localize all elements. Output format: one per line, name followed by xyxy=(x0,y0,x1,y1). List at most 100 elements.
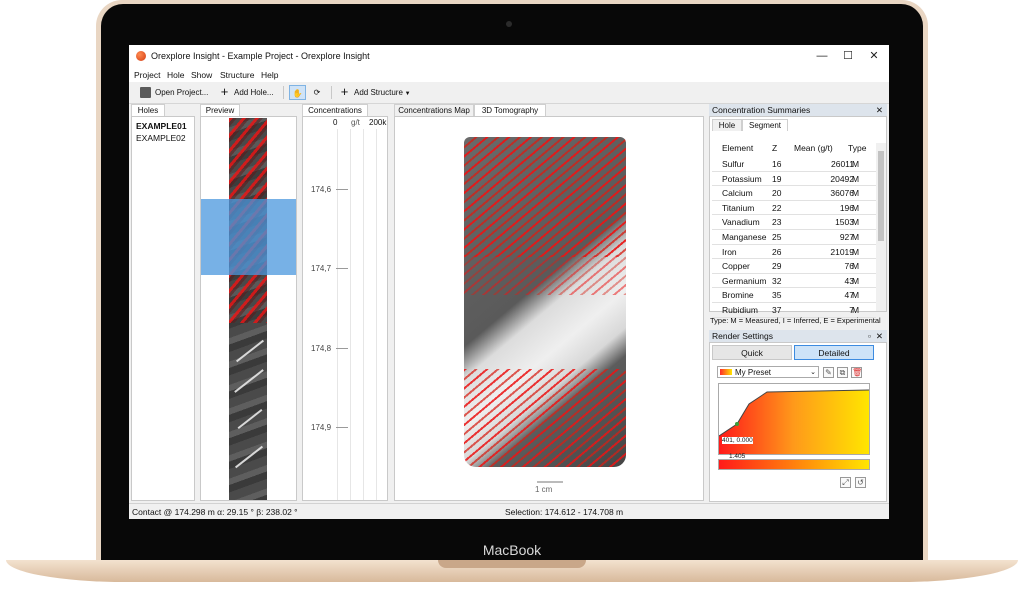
color-gradient-bar[interactable]: 1.405 xyxy=(718,453,870,470)
menu-help[interactable]: Help xyxy=(261,70,278,80)
cell-element: Iron xyxy=(722,246,737,257)
close-icon[interactable]: ✕ xyxy=(876,330,883,342)
tab-hole[interactable]: Hole xyxy=(712,119,742,131)
maximize-button[interactable]: ☐ xyxy=(835,47,861,65)
table-row[interactable]: Potassium 19 20492 M xyxy=(712,171,876,187)
summaries-panel: Hole Segment Element Z Mean (g/t) Type S… xyxy=(709,116,887,318)
depth-tick xyxy=(336,268,348,269)
cell-type: M xyxy=(852,246,860,257)
tab-segment[interactable]: Segment xyxy=(742,119,788,131)
axis-unit-label: g/t xyxy=(351,118,360,127)
add-structure-label: Add Structure xyxy=(354,88,403,97)
scale-label: 1 cm xyxy=(535,485,553,494)
hole-item-example02[interactable]: EXAMPLE02 xyxy=(136,133,186,143)
cell-type: M xyxy=(852,188,860,199)
depth-label: 174,6 xyxy=(311,185,332,194)
depth-selection-overlay[interactable] xyxy=(201,199,296,275)
cell-element: Copper xyxy=(722,261,750,272)
copy-icon[interactable]: ⧉ xyxy=(837,367,848,378)
tomography-volume[interactable] xyxy=(464,137,626,467)
column-header-element[interactable]: Element xyxy=(722,143,753,153)
app-logo-icon xyxy=(136,51,146,61)
summaries-title: Concentration Summaries ✕ xyxy=(709,104,887,116)
table-row[interactable]: Calcium 20 36076 M xyxy=(712,185,876,201)
base-notch xyxy=(438,560,586,568)
hole-item-example01[interactable]: EXAMPLE01 xyxy=(136,121,187,131)
reset-view-icon[interactable]: ↺ xyxy=(855,477,866,488)
table-row[interactable]: Copper 29 76 M xyxy=(712,258,876,274)
plus-icon: + xyxy=(340,84,349,100)
rotate-icon[interactable]: ⟳ xyxy=(309,85,325,100)
summaries-title-text: Concentration Summaries xyxy=(712,105,811,115)
tab-holes[interactable]: Holes xyxy=(131,104,165,116)
menu-project[interactable]: Project xyxy=(134,70,160,80)
grid-line xyxy=(376,129,377,500)
cell-element: Rubidium xyxy=(722,305,758,315)
render-settings-title: Render Settings ▫ ✕ xyxy=(709,330,887,342)
cell-z: 29 xyxy=(772,261,782,272)
column-header-mean[interactable]: Mean (g/t) xyxy=(794,143,833,153)
contact-status: Contact @ 174.298 m α: 29.15 ° β: 238.02… xyxy=(132,507,298,517)
laptop-base xyxy=(6,560,1018,582)
chevron-down-icon: ⌄ xyxy=(810,369,816,376)
table-row[interactable]: Manganese 25 927 M xyxy=(712,229,876,245)
column-header-type[interactable]: Type xyxy=(848,143,866,153)
table-row[interactable]: Iron 26 21019 M xyxy=(712,244,876,260)
plus-icon: + xyxy=(220,84,229,100)
menu-show[interactable]: Show xyxy=(191,70,212,80)
control-point-label: 401, 0.000 xyxy=(722,437,753,444)
cell-z: 37 xyxy=(772,305,782,315)
table-row[interactable]: Germanium 32 43 M xyxy=(712,273,876,289)
tab-concentrations[interactable]: Concentrations xyxy=(302,104,368,116)
drill-core-image xyxy=(229,118,267,500)
menu-structure[interactable]: Structure xyxy=(220,70,255,80)
close-icon[interactable]: ✕ xyxy=(876,104,883,116)
summaries-scrollbar[interactable] xyxy=(876,143,886,311)
table-row[interactable]: Titanium 22 196 M xyxy=(712,200,876,216)
folder-icon xyxy=(140,87,151,99)
add-structure-button[interactable]: + Add Structure ▼ xyxy=(339,85,411,100)
depth-tick xyxy=(336,189,348,190)
cell-element: Manganese xyxy=(722,232,767,242)
render-settings-panel: Quick Detailed My Preset ⌄ ✎ ⧉ 🗑 401, 0.… xyxy=(709,342,887,502)
detailed-button[interactable]: Detailed xyxy=(794,345,874,360)
depth-tick xyxy=(336,348,348,349)
float-icon[interactable]: ▫ xyxy=(868,330,871,342)
concentrations-panel: 0 g/t 200k 174,6 174,7 174,8 174,9 xyxy=(302,116,388,501)
scrollbar-thumb[interactable] xyxy=(878,151,884,241)
table-row[interactable]: Sulfur 16 26011 M xyxy=(712,156,876,172)
ore-mineral-layer xyxy=(464,369,626,467)
scale-bar xyxy=(537,481,563,483)
core-vein xyxy=(237,408,263,430)
cell-type: M xyxy=(852,275,860,286)
toolbar-separator xyxy=(283,86,284,99)
edit-icon[interactable]: ✎ xyxy=(823,367,834,378)
tomography-viewer[interactable]: 1 cm xyxy=(394,116,704,501)
column-header-z[interactable]: Z xyxy=(772,143,777,153)
minimize-button[interactable]: — xyxy=(809,47,835,65)
add-hole-button[interactable]: + Add Hole... xyxy=(219,85,274,100)
quick-button[interactable]: Quick xyxy=(712,345,792,360)
open-project-button[interactable]: Open Project... xyxy=(140,85,208,100)
tab-preview[interactable]: Preview xyxy=(200,104,240,116)
tab-concentrations-map[interactable]: Concentrations Map xyxy=(394,104,474,116)
menu-bar: Project Hole Show Structure Help xyxy=(129,67,889,82)
app-window: Orexplore Insight - Example Project - Or… xyxy=(129,45,889,519)
cell-z: 26 xyxy=(772,246,782,257)
hand-pan-icon[interactable]: ✋ xyxy=(289,85,306,100)
core-vein xyxy=(234,369,264,393)
preset-dropdown[interactable]: My Preset ⌄ xyxy=(717,366,819,378)
depth-label: 174,8 xyxy=(311,344,332,353)
table-row[interactable]: Vanadium 23 1503 M xyxy=(712,214,876,230)
delete-icon[interactable]: 🗑 xyxy=(851,367,862,378)
transfer-function-editor[interactable]: 401, 0.000 xyxy=(718,383,870,455)
ore-mineral-layer xyxy=(464,137,626,257)
tab-3d-tomography[interactable]: 3D Tomography xyxy=(474,104,546,116)
cell-element: Vanadium xyxy=(722,217,760,228)
axis-min-label: 0 xyxy=(333,118,338,127)
table-row[interactable]: Bromine 35 47 M xyxy=(712,287,876,303)
preview-panel[interactable] xyxy=(200,116,297,501)
close-button[interactable]: ✕ xyxy=(861,47,887,65)
zoom-fit-icon[interactable]: ⤢ xyxy=(840,477,851,488)
menu-hole[interactable]: Hole xyxy=(167,70,184,80)
